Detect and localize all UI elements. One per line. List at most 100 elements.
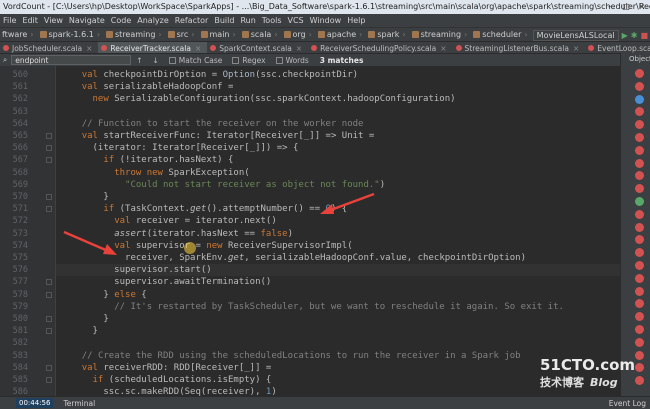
menu-item-refactor[interactable]: Refactor <box>172 16 212 25</box>
fold-marker-icon[interactable] <box>46 316 52 322</box>
breadcrumb-item[interactable]: org › <box>282 30 316 39</box>
breadcrumb-item[interactable]: apache › <box>316 30 366 39</box>
fold-marker-icon[interactable] <box>46 291 52 298</box>
editor-tab[interactable]: StreamingListenerBus.scala × <box>453 42 586 53</box>
structure-member-icon[interactable] <box>635 325 644 334</box>
structure-member-icon[interactable] <box>635 235 644 245</box>
close-tab-icon[interactable]: × <box>195 44 201 53</box>
menu-item-build[interactable]: Build <box>211 16 237 25</box>
structure-member-icon[interactable] <box>635 337 644 347</box>
menu-item-code[interactable]: Code <box>108 16 134 25</box>
code-line[interactable]: } <box>56 325 620 337</box>
stop-icon[interactable]: ■ <box>640 31 648 40</box>
menu-item-file[interactable]: File <box>0 16 19 25</box>
menu-item-help[interactable]: Help <box>344 16 368 25</box>
code-line[interactable]: val receiver = iterator.next() <box>56 215 620 227</box>
close-icon[interactable]: × <box>634 0 650 14</box>
fold-marker-icon[interactable] <box>46 145 52 152</box>
regex-option[interactable]: Regex <box>227 56 270 65</box>
structure-member-icon[interactable] <box>635 184 644 194</box>
code-line[interactable]: ssc.sc.makeRDD(Seq(receiver), 1) <box>56 386 620 396</box>
run-icon[interactable]: ▶ <box>622 31 628 40</box>
code-line[interactable]: supervisor.awaitTermination() <box>56 276 620 288</box>
structure-member-icon[interactable] <box>635 171 644 181</box>
code-line[interactable]: throw new SparkException( <box>56 167 620 179</box>
structure-member-icon[interactable] <box>635 286 644 296</box>
code-line[interactable]: if (TaskContext.get().attemptNumber() ==… <box>56 203 620 215</box>
structure-panel[interactable]: Object <box>620 53 650 396</box>
close-tab-icon[interactable]: × <box>440 44 446 53</box>
editor-tab[interactable]: SparkContext.scala × <box>207 42 308 53</box>
code-line[interactable]: (iterator: Iterator[Receiver[_]]) => { <box>56 142 620 154</box>
breadcrumb-item[interactable]: spark-1.6.1 › <box>38 30 105 39</box>
code-line[interactable]: receiver, SparkEnv.get, serializableHado… <box>56 252 620 264</box>
fold-marker-icon[interactable] <box>46 206 52 213</box>
structure-member-icon[interactable] <box>635 107 644 117</box>
words-option[interactable]: Words <box>271 56 314 65</box>
code-line[interactable]: val supervisor = new ReceiverSupervisorI… <box>56 240 620 252</box>
breadcrumb-item[interactable]: scheduler › <box>471 30 531 39</box>
structure-member-icon[interactable] <box>635 376 644 386</box>
code-line[interactable]: // It's restarted by TaskScheduler, but … <box>56 301 620 313</box>
structure-member-icon[interactable] <box>635 133 644 142</box>
run-config-select[interactable]: MovieLensALSLocal <box>532 29 619 41</box>
close-tab-icon[interactable]: × <box>573 44 579 53</box>
code-line[interactable]: new SerializableConfiguration(ssc.sparkC… <box>56 93 620 105</box>
fold-marker-icon[interactable] <box>46 377 52 383</box>
structure-member-icon[interactable] <box>635 312 644 322</box>
next-match-icon[interactable]: ↓ <box>148 56 164 65</box>
line-number-gutter[interactable]: 560 561 562 563 564 565 566 567 568 569 570 571 572 5… <box>0 66 56 409</box>
code-line[interactable]: val startReceiverFunc: Iterator[Receiver… <box>56 130 620 142</box>
match-case-checkbox[interactable] <box>168 57 176 64</box>
code-line[interactable] <box>56 337 620 349</box>
fold-marker-icon[interactable] <box>46 133 52 139</box>
code-line[interactable]: supervisor.start() <box>56 264 620 277</box>
structure-member-icon[interactable] <box>635 363 644 373</box>
structure-member-icon[interactable] <box>635 222 644 232</box>
menu-item-tools[interactable]: Tools <box>259 16 285 25</box>
fold-marker-icon[interactable] <box>46 279 52 286</box>
fold-marker-icon[interactable] <box>46 364 52 371</box>
code-line[interactable] <box>56 106 620 118</box>
code-editor[interactable]: val checkpointDirOption = Option(ssc.che… <box>56 66 620 396</box>
editor-tab[interactable]: EventLoop.scala× <box>585 42 650 53</box>
structure-member-icon[interactable] <box>635 299 644 309</box>
menu-item-vcs[interactable]: VCS <box>285 16 307 25</box>
code-line[interactable]: if (!iterator.hasNext) { <box>56 154 620 166</box>
menu-item-navigate[interactable]: Navigate <box>66 16 108 25</box>
event-log-button[interactable]: Event Log <box>609 399 646 408</box>
structure-member-icon[interactable] <box>635 120 644 130</box>
breadcrumb-item[interactable]: streaming › <box>104 30 166 39</box>
code-line[interactable]: val serializableHadoopConf = <box>56 81 620 93</box>
fold-marker-icon[interactable] <box>46 328 52 335</box>
structure-member-icon[interactable] <box>635 261 644 270</box>
match-case-option[interactable]: Match Case <box>164 56 228 65</box>
menu-item-window[interactable]: Window <box>307 16 345 25</box>
code-line[interactable]: if (scheduledLocations.isEmpty) { <box>56 374 620 386</box>
breadcrumb-item[interactable]: streaming › <box>410 30 472 39</box>
maximize-icon[interactable]: □ <box>618 0 634 14</box>
structure-member-icon[interactable] <box>635 81 644 91</box>
code-line[interactable]: // Function to start the receiver on the… <box>56 118 620 130</box>
words-checkbox[interactable] <box>275 57 283 64</box>
code-line[interactable]: } else { <box>56 289 620 301</box>
editor-tab[interactable]: JobScheduler.scala × <box>0 42 98 53</box>
structure-member-icon[interactable] <box>635 69 644 78</box>
breadcrumb-item[interactable]: ftware › <box>0 30 38 39</box>
menu-item-view[interactable]: View <box>41 16 66 25</box>
code-line[interactable]: // Create the RDD using the scheduledLoc… <box>56 350 620 362</box>
breadcrumb-item[interactable]: src › <box>166 30 199 39</box>
minimize-icon[interactable]: – <box>602 0 618 14</box>
structure-member-icon[interactable] <box>635 158 644 168</box>
menu-item-analyze[interactable]: Analyze <box>134 16 172 25</box>
regex-checkbox[interactable] <box>232 57 240 64</box>
structure-member-icon[interactable] <box>635 350 644 360</box>
structure-member-icon[interactable] <box>635 197 644 206</box>
debug-icon[interactable]: ✱ <box>631 31 638 40</box>
previous-match-icon[interactable]: ↑ <box>131 56 147 65</box>
structure-member-icon[interactable] <box>635 145 644 155</box>
search-input[interactable]: endpoint <box>11 55 132 65</box>
code-line[interactable]: assert(iterator.hasNext == false) <box>56 228 620 240</box>
editor-tab[interactable]: ReceiverSchedulingPolicy.scala × <box>308 42 452 53</box>
structure-member-icon[interactable] <box>635 209 644 219</box>
